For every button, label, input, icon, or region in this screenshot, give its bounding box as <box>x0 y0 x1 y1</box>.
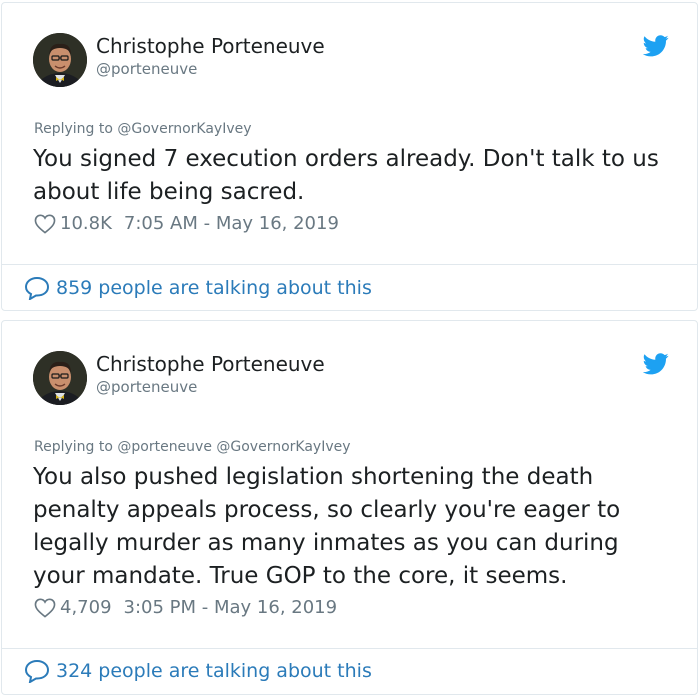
author-handle[interactable]: @porteneuve <box>96 378 197 396</box>
tweet-text: You also pushed legislation shortening t… <box>33 464 621 589</box>
author-handle[interactable]: @porteneuve <box>96 60 197 78</box>
like-count[interactable]: 10.8K <box>60 213 112 234</box>
tweet-card: Christophe Porteneuve @porteneuve Replyi… <box>1 320 698 695</box>
talking-count[interactable]: 859 people are talking about this <box>56 277 372 299</box>
like-count[interactable]: 4,709 <box>60 597 112 618</box>
tweet-card: Christophe Porteneuve @porteneuve Replyi… <box>1 2 698 311</box>
divider <box>2 264 697 265</box>
avatar[interactable] <box>33 351 87 405</box>
twitter-bird-icon[interactable] <box>642 35 669 57</box>
avatar[interactable] <box>33 33 87 87</box>
timestamp[interactable]: 3:05 PM - May 16, 2019 <box>124 597 338 618</box>
speech-bubble-icon <box>24 659 50 683</box>
replying-to[interactable]: Replying to @GovernorKayIvey <box>34 121 252 137</box>
talking-link[interactable]: 859 people are talking about this <box>24 276 372 300</box>
author-name[interactable]: Christophe Porteneuve <box>96 352 325 376</box>
tweet-text: You signed 7 execution orders already. D… <box>33 146 659 205</box>
divider <box>2 648 697 649</box>
tweet-meta: 4,709 3:05 PM - May 16, 2019 <box>34 597 337 618</box>
timestamp[interactable]: 7:05 AM - May 16, 2019 <box>124 213 339 234</box>
heart-icon[interactable] <box>34 214 56 234</box>
talking-link[interactable]: 324 people are talking about this <box>24 659 372 683</box>
tweet-meta: 10.8K 7:05 AM - May 16, 2019 <box>34 213 339 234</box>
speech-bubble-icon <box>24 276 50 300</box>
author-name[interactable]: Christophe Porteneuve <box>96 34 325 58</box>
heart-icon[interactable] <box>34 598 56 618</box>
replying-to[interactable]: Replying to @porteneuve @GovernorKayIvey <box>34 439 351 455</box>
twitter-bird-icon[interactable] <box>642 353 669 375</box>
talking-count[interactable]: 324 people are talking about this <box>56 660 372 682</box>
